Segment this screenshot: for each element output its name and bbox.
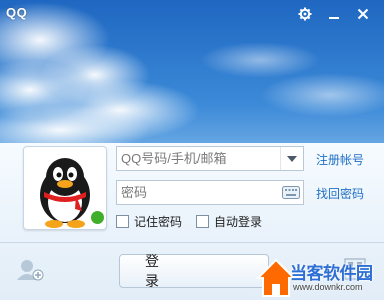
login-button-label: 登 录 xyxy=(145,253,271,289)
account-field[interactable] xyxy=(116,146,304,171)
account-dropdown-button[interactable] xyxy=(280,147,303,170)
checkbox-box[interactable] xyxy=(116,215,129,228)
title-bar: QQ xyxy=(0,0,384,30)
watermark-text: 当客软件园 xyxy=(290,264,373,283)
close-icon xyxy=(357,8,369,20)
checkbox-box[interactable] xyxy=(196,215,209,228)
remember-password-label: 记住密码 xyxy=(134,215,183,229)
gear-icon xyxy=(298,7,312,21)
close-button[interactable] xyxy=(351,3,375,25)
multi-account-icon[interactable] xyxy=(16,258,44,282)
online-status-icon[interactable] xyxy=(90,210,105,225)
remember-password-checkbox[interactable]: 记住密码 xyxy=(116,213,182,230)
login-button[interactable]: 登 录 xyxy=(119,253,271,289)
soft-keyboard-icon[interactable] xyxy=(282,186,300,199)
password-field[interactable] xyxy=(116,180,304,205)
settings-button[interactable] xyxy=(293,3,317,25)
watermark-url: www.downkr.com xyxy=(293,282,363,292)
auto-login-label: 自动登录 xyxy=(214,215,263,229)
password-input[interactable] xyxy=(121,183,281,202)
recover-password-link[interactable]: 找回密码 xyxy=(316,185,364,202)
minimize-icon xyxy=(329,17,339,19)
window-title: QQ xyxy=(6,5,28,20)
qq-login-window: QQ QQ号码/手机/邮箱 注册帐号 找回密码 记住密码 自动登录 登 录 当客… xyxy=(0,0,384,300)
account-input[interactable] xyxy=(121,149,281,168)
register-account-link[interactable]: 注册帐号 xyxy=(316,151,364,168)
chevron-down-icon xyxy=(287,155,297,162)
divider xyxy=(0,242,384,243)
auto-login-checkbox[interactable]: 自动登录 xyxy=(196,213,262,230)
minimize-button[interactable] xyxy=(322,3,346,25)
